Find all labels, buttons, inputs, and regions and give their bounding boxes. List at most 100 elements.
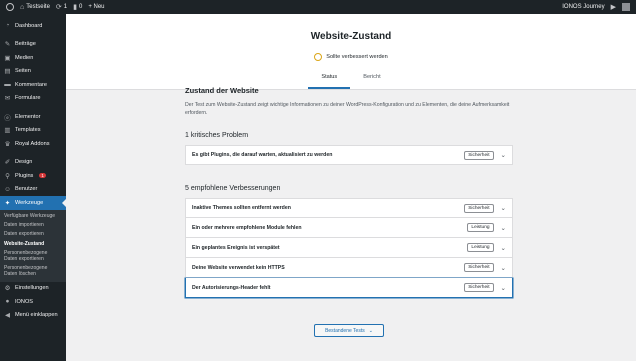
issue-category-badge: Leistung <box>467 243 494 253</box>
issue-label: Deine Website verwendet kein HTTPS <box>192 264 285 271</box>
status-circle-icon <box>314 53 323 61</box>
submenu-item[interactable]: Personenbezogene Daten exportieren <box>0 248 66 263</box>
intro-text: Der Test zum Website-Zustand zeigt wicht… <box>185 102 510 116</box>
issue-label: Ein geplantes Ereignis ist verspätet <box>192 244 280 251</box>
sidebar-item-dashboard[interactable]: ◔ Dashboard <box>0 19 66 33</box>
comments-icon: ▬ <box>4 81 11 89</box>
dashboard-icon: ◔ <box>5 22 10 30</box>
submenu-item[interactable]: Daten exportieren <box>0 230 66 239</box>
sidebar-item-werkzeuge[interactable]: ✦ Werkzeuge <box>0 196 66 210</box>
plugin-icon: ⚲ <box>5 172 10 180</box>
issue-row[interactable]: Deine Website verwendet kein HTTPS Sicher… <box>185 258 513 279</box>
site-name: Testseite <box>26 4 50 10</box>
wp-logo-menu[interactable] <box>6 3 14 11</box>
sidebar-item-label: Kommentare <box>15 81 48 88</box>
templates-icon: ▥ <box>4 127 11 135</box>
pin-icon: ✎ <box>4 41 11 49</box>
issue-category-badge: Sicherheit <box>464 283 494 293</box>
sidebar-item-beiträge[interactable]: ✎ Beiträge <box>0 38 66 52</box>
sidebar-item-label: Elementor <box>15 113 41 120</box>
sidebar-item-templates[interactable]: ▥ Templates <box>0 124 66 138</box>
status-text: Sollte verbessert werden <box>326 54 388 60</box>
ionos-icon: ● <box>5 298 10 306</box>
issue-row[interactable]: Ein oder mehrere empfohlene Module fehle… <box>185 218 513 239</box>
sidebar-item-label: Dashboard <box>15 22 43 29</box>
issue-row[interactable]: Ein geplantes Ereignis ist verspätet Leis… <box>185 238 513 259</box>
submenu-item[interactable]: Personenbezogene Daten löschen <box>0 263 66 278</box>
new-content-menu[interactable]: + Neu <box>88 4 104 10</box>
brush-icon: ✐ <box>4 159 11 167</box>
submenu-item[interactable]: Verfügbare Werkzeuge <box>0 212 66 221</box>
sidebar-item-label: Werkzeuge <box>15 199 44 206</box>
sidebar-item-plugins[interactable]: ⚲ Plugins 1 <box>0 169 66 183</box>
issue-label: Der Autorisierungs-Header fehlt <box>192 284 271 291</box>
chevron-down-icon[interactable]: ⌄ <box>501 204 506 212</box>
sidebar-item-medien[interactable]: ▣ Medien <box>0 51 66 65</box>
wrench-icon: ✦ <box>4 199 11 207</box>
settings-icon: ⚙ <box>4 285 11 293</box>
sidebar-item-label: Design <box>15 159 33 166</box>
comment-icon: ▮ <box>73 4 77 11</box>
avatar[interactable] <box>622 3 630 11</box>
sidebar-item-royal-addons[interactable]: ♛ Royal Addons <box>0 137 66 151</box>
chevron-down-icon[interactable]: ⌄ <box>501 264 506 272</box>
tools-submenu: Verfügbare Werkzeuge Daten importieren Dat… <box>0 209 66 282</box>
sidebar-item-kommentare[interactable]: ▬ Kommentare <box>0 78 66 92</box>
sidebar-item-label: IONOS <box>15 298 34 305</box>
admin-bar: ⌂ Testseite ⟳ 1 ▮ 0 + Neu IONOS Journey ▶ <box>0 0 636 14</box>
issue-label: Ein oder mehrere empfohlene Module fehle… <box>192 224 302 231</box>
issue-row[interactable]: Der Autorisierungs-Header fehlt Sicherhei… <box>185 278 513 299</box>
issue-row[interactable]: Es gibt Plugins, die darauf warten, aktu… <box>185 145 513 166</box>
health-status: Sollte verbessert werden <box>66 53 636 61</box>
play-icon[interactable]: ▶ <box>611 3 616 11</box>
sidebar-item-label: Plugins <box>15 172 34 179</box>
home-icon: ⌂ <box>20 3 25 11</box>
sidebar-item-design[interactable]: ✐ Design <box>0 156 66 170</box>
sidebar-item-formulare[interactable]: ✉ Formulare <box>0 92 66 106</box>
sidebar-item-label: Benutzer <box>15 186 38 193</box>
sidebar-item-label: Menü einklappen <box>15 312 58 319</box>
chevron-down-icon[interactable]: ⌄ <box>501 244 506 252</box>
health-header: Website-Zustand Sollte verbessert werden… <box>66 14 636 90</box>
updates-menu[interactable]: ⟳ 1 <box>56 3 67 11</box>
sidebar-item-einstellungen[interactable]: ⚙ Einstellungen <box>0 282 66 296</box>
collapse-icon: ◀ <box>5 312 10 320</box>
admin-sidebar: ◔ Dashboard ✎ Beiträge ▣ Medien ▤ Seiten ▬ Komme… <box>0 14 66 361</box>
critical-issues-list: Es gibt Plugins, die darauf warten, aktu… <box>185 145 513 166</box>
issue-category-badge: Sicherheit <box>464 150 494 160</box>
passed-tests-label: Bestandene Tests <box>325 327 365 334</box>
chevron-down-icon: ⌄ <box>368 327 373 334</box>
sidebar-item-label: Royal Addons <box>15 140 50 147</box>
section-title: Zustand der Website <box>185 86 259 95</box>
account-menu[interactable]: IONOS Journey <box>562 4 604 10</box>
chevron-down-icon[interactable]: ⌄ <box>501 284 506 292</box>
chevron-down-icon[interactable]: ⌄ <box>501 151 506 159</box>
issue-category-badge: Sicherheit <box>464 263 494 273</box>
submenu-item[interactable]: Website-Zustand <box>0 239 66 248</box>
new-label: + Neu <box>88 4 105 10</box>
sidebar-item-elementor[interactable]: ⓔ Elementor <box>0 110 66 124</box>
comments-menu[interactable]: ▮ 0 <box>73 3 82 11</box>
sidebar-item-seiten[interactable]: ▤ Seiten <box>0 65 66 79</box>
site-name-menu[interactable]: ⌂ Testseite <box>20 4 50 11</box>
recommended-heading: 5 empfohlene Verbesserungen <box>185 185 281 193</box>
pages-icon: ▤ <box>4 68 11 76</box>
sidebar-item-benutzer[interactable]: ☺ Benutzer <box>0 183 66 197</box>
sidebar-item-label: Medien <box>15 54 34 61</box>
crown-icon: ♛ <box>4 140 11 148</box>
sidebar-item-menü-einklappen[interactable]: ◀ Menü einklappen <box>0 309 66 323</box>
comments-count: 0 <box>79 4 83 10</box>
submenu-item[interactable]: Daten importieren <box>0 221 66 230</box>
elementor-icon: ⓔ <box>4 114 11 122</box>
passed-tests-button[interactable]: Bestandene Tests ⌄ <box>314 324 384 337</box>
sidebar-item-ionos[interactable]: ● IONOS <box>0 295 66 309</box>
media-icon: ▣ <box>4 54 11 62</box>
issue-row[interactable]: Inaktive Themes sollten entfernt werden S… <box>185 198 513 219</box>
sidebar-item-label: Einstellungen <box>15 285 49 292</box>
users-icon: ☺ <box>4 185 11 193</box>
issue-category-badge: Sicherheit <box>464 203 494 213</box>
refresh-icon: ⟳ <box>55 4 62 11</box>
chevron-down-icon[interactable]: ⌄ <box>501 224 506 232</box>
updates-count: 1 <box>63 4 68 10</box>
page-title: Website-Zustand <box>310 31 392 42</box>
